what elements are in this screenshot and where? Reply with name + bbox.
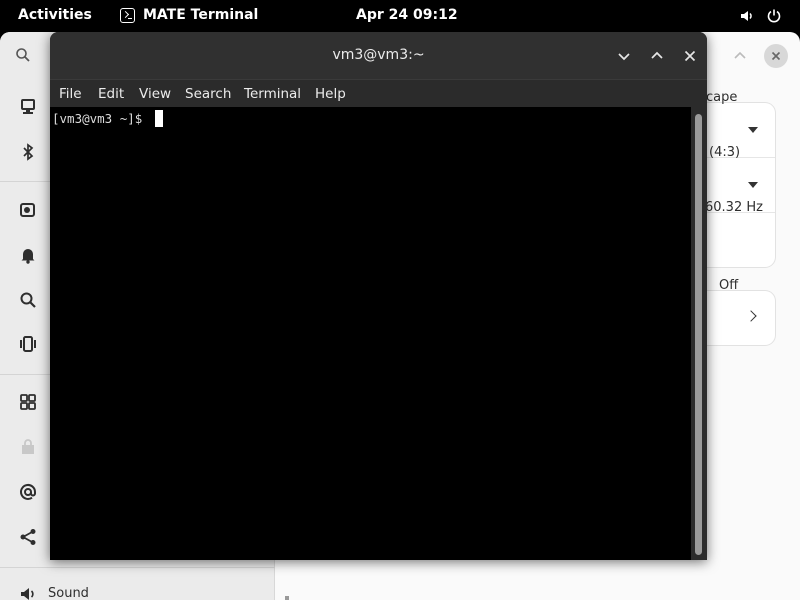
notifications-icon[interactable] <box>18 245 38 265</box>
maximize-icon[interactable] <box>647 46 667 66</box>
window-title: vm3@vm3:~ <box>332 47 425 63</box>
display-icon[interactable] <box>18 97 38 117</box>
menu-search[interactable]: Search <box>185 86 231 102</box>
clock-time: 09:12 <box>413 7 458 23</box>
scrollbar-thumb[interactable] <box>695 114 702 555</box>
night-light-value: Off <box>719 278 739 293</box>
terminal-screen[interactable]: [vm3@vm3 ~]$ <box>50 107 691 560</box>
refresh-rate-value[interactable]: 60.32 Hz <box>705 200 763 215</box>
app-name: MATE Terminal <box>143 7 259 23</box>
orientation-value[interactable]: cape <box>706 90 737 105</box>
minimize-icon[interactable] <box>614 46 634 66</box>
privacy-icon[interactable] <box>18 438 38 458</box>
shell-prompt: [vm3@vm3 ~]$ <box>52 111 150 126</box>
terminal-icon <box>120 7 135 23</box>
menu-help[interactable]: Help <box>315 86 346 102</box>
app-menu[interactable]: MATE Terminal <box>120 7 258 23</box>
sharing-icon[interactable] <box>18 527 38 547</box>
apps-icon[interactable] <box>18 392 38 412</box>
sidebar-divider <box>0 567 275 568</box>
search-icon[interactable] <box>18 290 38 310</box>
clock-date: Apr 24 <box>356 7 409 23</box>
clock[interactable]: Apr 24 09:12 <box>356 7 458 23</box>
dropdown-arrow-icon <box>748 127 758 133</box>
text-cursor <box>155 110 163 127</box>
terminal-scrollbar[interactable] <box>691 107 707 560</box>
menu-view[interactable]: View <box>139 86 171 102</box>
settings-scrollbar[interactable] <box>285 596 289 600</box>
menu-edit[interactable]: Edit <box>98 86 124 102</box>
menu-bar: File Edit View Search Terminal Help <box>50 79 707 107</box>
power-icon[interactable] <box>766 8 782 24</box>
sound-icon[interactable] <box>18 584 38 600</box>
resolution-value[interactable]: (4:3) <box>709 145 740 160</box>
close-icon[interactable] <box>764 44 788 68</box>
close-icon[interactable] <box>680 46 700 66</box>
sidebar-item-sound[interactable]: Sound <box>48 586 89 600</box>
multitasking-icon[interactable] <box>18 334 38 354</box>
volume-icon[interactable] <box>739 8 755 24</box>
background-icon[interactable] <box>18 200 38 220</box>
terminal-window[interactable]: vm3@vm3:~ File Edit View Search Terminal… <box>50 32 707 560</box>
terminal-titlebar[interactable]: vm3@vm3:~ <box>50 32 707 79</box>
activities-button[interactable]: Activities <box>18 7 92 23</box>
top-bar: Activities MATE Terminal Apr 24 09:12 <box>0 0 800 32</box>
bluetooth-icon[interactable] <box>18 142 38 162</box>
menu-file[interactable]: File <box>59 86 82 102</box>
maximize-icon[interactable] <box>728 44 752 68</box>
menu-terminal[interactable]: Terminal <box>244 86 301 102</box>
dropdown-arrow-icon <box>748 182 758 188</box>
search-icon[interactable] <box>15 47 31 63</box>
online-accounts-icon[interactable] <box>18 482 38 502</box>
